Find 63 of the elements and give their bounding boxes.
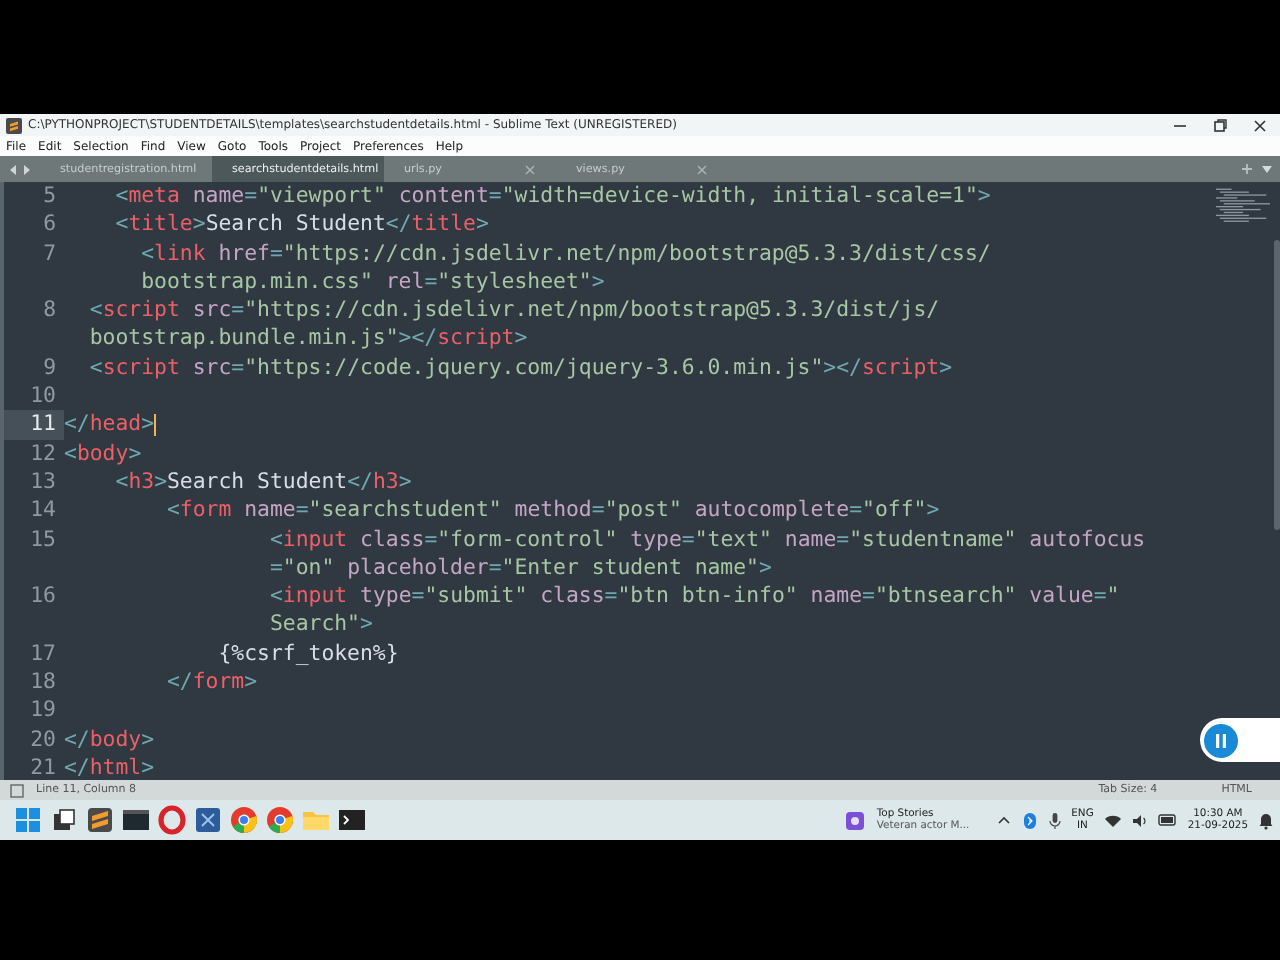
start-icon[interactable] xyxy=(12,804,44,836)
code-line: </head> xyxy=(64,410,155,440)
line-number: 18 xyxy=(28,668,58,697)
pause-button-icon[interactable] xyxy=(1204,723,1238,757)
panel-toggle-icon[interactable] xyxy=(10,783,24,797)
line-number: 7 xyxy=(41,239,58,268)
wifi-icon[interactable] xyxy=(1103,813,1122,827)
code-line: <meta name="viewport" content="width=device-width, initial-scale=1"> xyxy=(113,182,991,211)
restore-icon[interactable] xyxy=(1212,117,1228,133)
plus-icon[interactable] xyxy=(1240,162,1254,176)
line-number: 8 xyxy=(41,296,58,325)
code-line: {%csrf_token%} xyxy=(216,639,399,669)
code-line: <title>Search Student</title> xyxy=(113,210,489,240)
tab-scroll-arrows-icon[interactable] xyxy=(8,161,32,177)
line-number: 6 xyxy=(41,210,58,240)
line-number: 19 xyxy=(28,696,58,726)
notification-bell-icon[interactable] xyxy=(1258,811,1274,829)
line-number: 16 xyxy=(28,582,58,611)
line-number: 21 xyxy=(28,753,58,780)
microphone-icon[interactable] xyxy=(1047,811,1062,829)
code-line: </form> xyxy=(164,668,258,697)
volume-icon[interactable] xyxy=(1131,813,1148,827)
chevron-up-icon[interactable] xyxy=(995,812,1012,828)
code-line: bootstrap.min.css" rel="stylesheet"> xyxy=(139,267,605,297)
line-number: 15 xyxy=(28,525,58,554)
line-number: 9 xyxy=(41,353,58,383)
code-line: <h3>Search Student</h3> xyxy=(113,467,412,497)
line-number: 17 xyxy=(28,639,58,669)
bluetooth-icon[interactable] xyxy=(1021,811,1038,829)
code-line: <link href="https://cdn.jsdelivr.net/npm/bootstrap@5.3.3/dist/css/ xyxy=(139,239,991,268)
code-line: <body> xyxy=(64,439,142,468)
minimap-drawing[interactable] xyxy=(1216,188,1271,224)
news-widget-icon[interactable] xyxy=(844,809,867,831)
line-number: 20 xyxy=(28,725,58,754)
sublime-logo-icon xyxy=(6,117,22,133)
code-line: bootstrap.bundle.min.js"></script> xyxy=(87,324,528,354)
dropdown-icon[interactable] xyxy=(1260,162,1274,176)
line-number: 5 xyxy=(41,182,58,211)
code-line: <form name="searchstudent" method="post" autocomplete="off"> xyxy=(164,496,940,526)
opera-icon[interactable] xyxy=(156,804,188,836)
close-icon[interactable] xyxy=(1252,117,1268,133)
sublime-text-icon[interactable] xyxy=(84,804,116,836)
line-number: 11 xyxy=(4,410,64,440)
scrollbar-thumb[interactable] xyxy=(1274,240,1280,530)
code-line: <input class="form-control" type="text" name="studentname" autofocus xyxy=(267,525,1146,554)
task-view-icon[interactable] xyxy=(48,804,80,836)
code-line: </html> xyxy=(64,753,155,780)
battery-icon[interactable] xyxy=(1157,814,1178,826)
line-number: 12 xyxy=(28,439,58,468)
code-editor-app-icon[interactable] xyxy=(192,804,224,836)
code-line: <script src="https://cdn.jsdelivr.net/npm/bootstrap@5.3.3/dist/js/ xyxy=(87,296,940,325)
code-line: </body> xyxy=(64,725,155,754)
line-number: 10 xyxy=(28,382,58,411)
terminal-window-icon[interactable] xyxy=(120,804,152,836)
code-line: <script src="https://code.jquery.com/jquery-3.6.0.min.js"></script> xyxy=(87,353,953,383)
line-number: 13 xyxy=(28,467,58,497)
code-line: <input type="submit" class="btn btn-info" name="btnsearch" value=" xyxy=(267,582,1120,611)
chrome-icon[interactable] xyxy=(228,804,260,836)
command-prompt-icon[interactable] xyxy=(336,804,368,836)
chrome-icon[interactable] xyxy=(264,804,296,836)
code-line: Search"> xyxy=(267,610,373,640)
line-number: 14 xyxy=(28,496,58,526)
code-line: ="on" placeholder="Enter student name"> xyxy=(267,553,772,583)
